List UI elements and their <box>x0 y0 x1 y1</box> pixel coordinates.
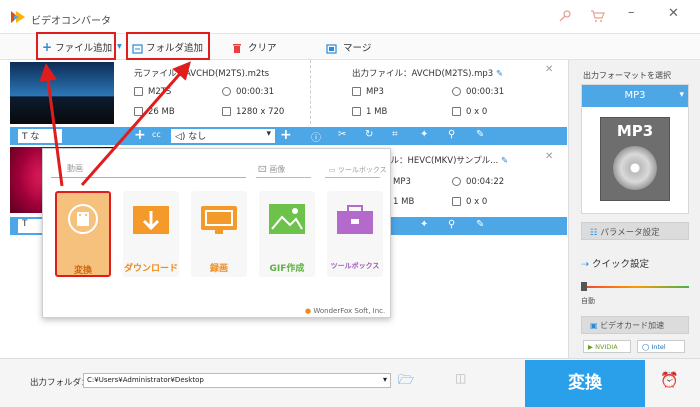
format-selector[interactable]: MP3 ▾ MP3 <box>581 84 689 214</box>
chevron-down-icon[interactable]: ▾ <box>679 90 684 100</box>
gpu-icon: ▣ <box>590 321 598 330</box>
format-label: MP3 <box>582 85 688 107</box>
quick-settings-label: ⇢ クイック設定 <box>581 259 650 270</box>
gpu-accel-button[interactable]: ▣ ビデオカード加速 <box>581 316 689 334</box>
mp3-format-icon: MP3 <box>600 117 670 201</box>
alarm-clock-icon[interactable]: ⏰ <box>660 371 679 389</box>
bottom-bar: 出力フォルダ： C:¥Users¥Administrator¥Desktop ▾ … <box>0 358 700 407</box>
settings-icon: ☷ <box>590 228 598 238</box>
slider-handle[interactable] <box>581 282 587 291</box>
merge-output-icon[interactable]: ◫ <box>455 371 466 385</box>
folder-open-icon[interactable]: 🗁 <box>398 371 414 393</box>
convert-button[interactable]: 変換 <box>525 360 645 407</box>
chevron-down-icon: ▾ <box>382 375 387 384</box>
intel-badge[interactable]: ◯ Intel <box>637 340 685 353</box>
output-folder-label: 出力フォルダ： <box>30 378 90 388</box>
output-folder-field[interactable]: C:¥Users¥Administrator¥Desktop ▾ <box>83 373 391 388</box>
quick-icon: ⇢ <box>581 259 589 270</box>
nvidia-badge[interactable]: ▶ NVIDIA <box>583 340 631 353</box>
output-sidebar: 出力フォーマットを選択 MP3 ▾ MP3 ☷ パラメータ設定 ⇢ クイック設定… <box>568 60 700 358</box>
parameter-settings-button[interactable]: ☷ パラメータ設定 <box>581 222 689 240</box>
quality-slider[interactable] <box>583 286 689 288</box>
auto-label: 自動 <box>581 297 595 305</box>
select-format-label: 出力フォーマットを選択 <box>583 71 671 80</box>
